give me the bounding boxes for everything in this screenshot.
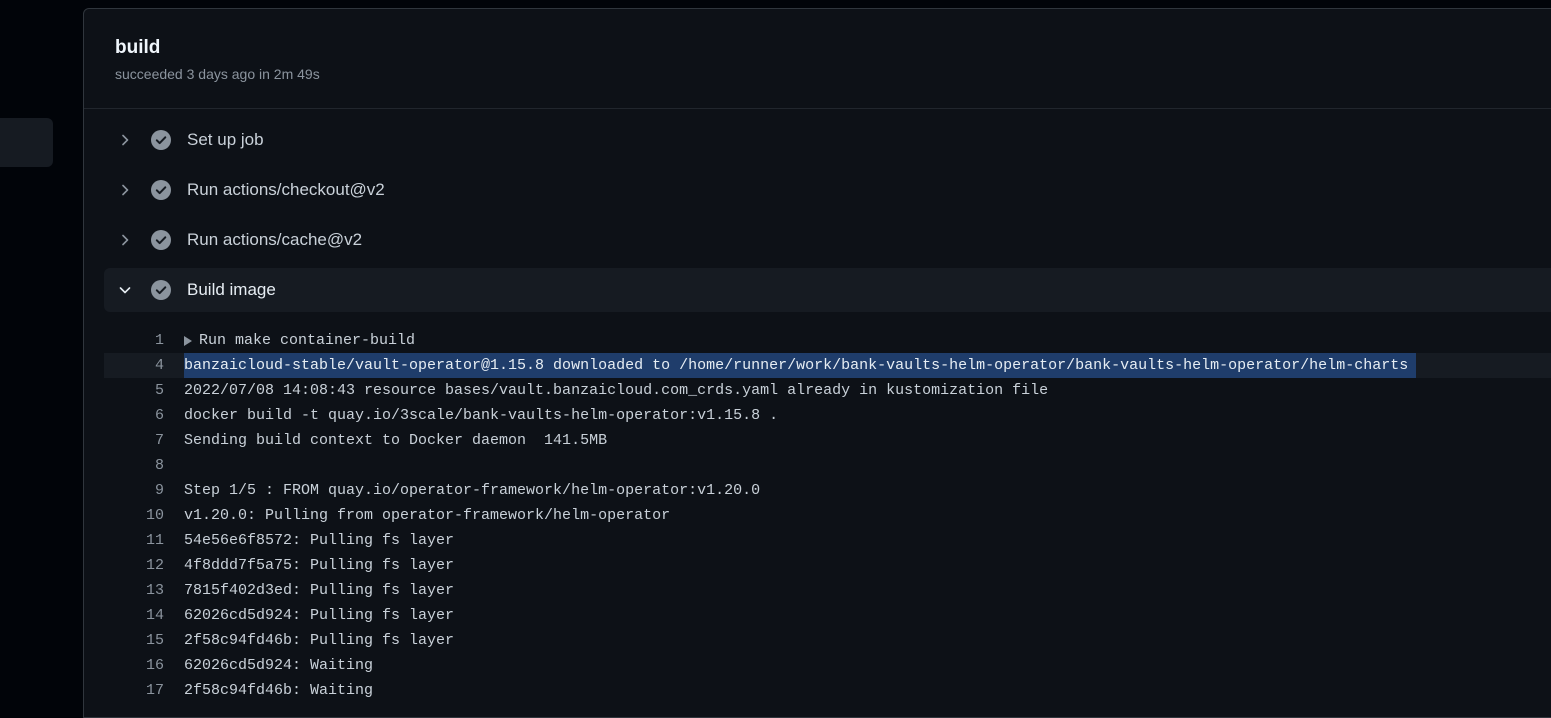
step-label: Run actions/checkout@v2: [187, 180, 385, 199]
line-number[interactable]: 6: [104, 403, 164, 428]
step-row[interactable]: Build image: [104, 268, 1551, 312]
log-line-text: 2f58c94fd46b: Waiting: [184, 682, 374, 699]
job-status-summary: succeeded 3 days ago in 2m 49s: [115, 66, 320, 82]
log-line[interactable]: 10 v1.20.0: Pulling from operator-framewo…: [104, 503, 1551, 528]
log-text: 62026cd5d924: Waiting: [184, 653, 373, 678]
step-row[interactable]: Run actions/checkout@v2: [104, 168, 1551, 212]
sidebar-selected-item[interactable]: [0, 118, 53, 167]
line-number[interactable]: 5: [104, 378, 164, 403]
log-line-text: 62026cd5d924: Pulling fs layer: [184, 607, 455, 624]
left-sidebar: [0, 0, 83, 702]
job-title: build: [115, 37, 161, 58]
log-line[interactable]: 17 2f58c94fd46b: Waiting: [104, 678, 1551, 703]
line-number[interactable]: 15: [104, 628, 164, 653]
step-row[interactable]: Set up job: [104, 118, 1551, 162]
log-line-text: banzaicloud-stable/vault-operator@1.15.8…: [184, 353, 1417, 378]
log-line[interactable]: 9 Step 1/5 : FROM quay.io/operator-framew…: [104, 478, 1551, 503]
step-list: Set up job Run actions/checkout@v2 Run act…: [104, 118, 1551, 318]
log-text: v1.20.0: Pulling from operator-framework…: [184, 503, 670, 528]
line-number[interactable]: 9: [104, 478, 164, 503]
log-line-text: 62026cd5d924: Waiting: [184, 657, 374, 674]
line-number[interactable]: 16: [104, 653, 164, 678]
log-text: Run make container-build: [184, 328, 415, 353]
step-label: Build image: [187, 280, 276, 299]
log-line-text: 54e56e6f8572: Pulling fs layer: [184, 532, 455, 549]
log-line-text: 2022/07/08 14:08:43 resource bases/vault…: [184, 382, 1049, 399]
log-text: Step 1/5 : FROM quay.io/operator-framewo…: [184, 478, 760, 503]
log-line[interactable]: 14 62026cd5d924: Pulling fs layer: [104, 603, 1551, 628]
log-line-text: docker build -t quay.io/3scale/bank-vaul…: [184, 407, 779, 424]
log-line[interactable]: 16 62026cd5d924: Waiting: [104, 653, 1551, 678]
chevron-down-icon[interactable]: [117, 282, 133, 298]
line-number[interactable]: 10: [104, 503, 164, 528]
step-label: Set up job: [187, 130, 264, 149]
log-line[interactable]: 8: [104, 453, 1551, 478]
log-line-text: 4f8ddd7f5a75: Pulling fs layer: [184, 557, 455, 574]
log-text: docker build -t quay.io/3scale/bank-vaul…: [184, 403, 778, 428]
line-number[interactable]: 4: [104, 353, 164, 378]
step-label: Run actions/cache@v2: [187, 230, 363, 249]
step-row[interactable]: Run actions/cache@v2: [104, 218, 1551, 262]
log-line[interactable]: 15 2f58c94fd46b: Pulling fs layer: [104, 628, 1551, 653]
log-line-text: v1.20.0: Pulling from operator-framework…: [184, 507, 671, 524]
line-number[interactable]: 12: [104, 553, 164, 578]
chevron-right-icon[interactable]: [117, 232, 133, 248]
log-text: 2f58c94fd46b: Pulling fs layer: [184, 628, 454, 653]
log-line[interactable]: 13 7815f402d3ed: Pulling fs layer: [104, 578, 1551, 603]
log-line[interactable]: 4 banzaicloud-stable/vault-operator@1.15.…: [104, 353, 1551, 378]
log-text: 54e56e6f8572: Pulling fs layer: [184, 528, 454, 553]
check-circle-icon: [151, 180, 171, 200]
log-line[interactable]: 12 4f8ddd7f5a75: Pulling fs layer: [104, 553, 1551, 578]
chevron-right-icon[interactable]: [117, 182, 133, 198]
line-number[interactable]: 1: [104, 328, 164, 353]
line-number[interactable]: 13: [104, 578, 164, 603]
log-text: banzaicloud-stable/vault-operator@1.15.8…: [184, 353, 1417, 378]
log-text: 4f8ddd7f5a75: Pulling fs layer: [184, 553, 454, 578]
line-number[interactable]: 8: [104, 453, 164, 478]
expand-triangle-icon[interactable]: [184, 335, 192, 346]
check-circle-icon: [151, 130, 171, 150]
line-number[interactable]: 7: [104, 428, 164, 453]
log-text: 62026cd5d924: Pulling fs layer: [184, 603, 454, 628]
log-line-text: Sending build context to Docker daemon 1…: [184, 432, 608, 449]
job-header: build succeeded 3 days ago in 2m 49s: [84, 9, 1551, 109]
check-circle-icon: [151, 230, 171, 250]
log-output: 1 Run make container-build 4 banzaicloud-st…: [104, 328, 1551, 703]
log-line[interactable]: 6 docker build -t quay.io/3scale/bank-vau…: [104, 403, 1551, 428]
log-line-text: Step 1/5 : FROM quay.io/operator-framewo…: [184, 482, 761, 499]
log-line[interactable]: 7 Sending build context to Docker daemon …: [104, 428, 1551, 453]
log-line-text: Run make container-build: [199, 332, 416, 349]
log-line-text: 2f58c94fd46b: Pulling fs layer: [184, 632, 455, 649]
log-text: Sending build context to Docker daemon 1…: [184, 428, 607, 453]
chevron-right-icon[interactable]: [117, 132, 133, 148]
log-line[interactable]: 1 Run make container-build: [104, 328, 1551, 353]
check-circle-icon: [151, 280, 171, 300]
log-line[interactable]: 11 54e56e6f8572: Pulling fs layer: [104, 528, 1551, 553]
log-text: 2022/07/08 14:08:43 resource bases/vault…: [184, 378, 1048, 403]
line-number[interactable]: 14: [104, 603, 164, 628]
line-number[interactable]: 17: [104, 678, 164, 703]
log-line-text: 7815f402d3ed: Pulling fs layer: [184, 582, 455, 599]
log-text: 2f58c94fd46b: Waiting: [184, 678, 373, 703]
log-line[interactable]: 5 2022/07/08 14:08:43 resource bases/vaul…: [104, 378, 1551, 403]
line-number[interactable]: 11: [104, 528, 164, 553]
log-text: 7815f402d3ed: Pulling fs layer: [184, 578, 454, 603]
